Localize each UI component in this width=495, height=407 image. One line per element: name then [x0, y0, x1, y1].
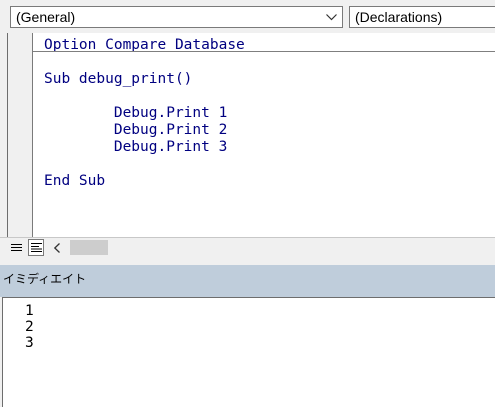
immediate-output-line[interactable]: 1 [25, 303, 34, 319]
code-line[interactable]: Debug.Print 3 [44, 139, 228, 156]
code-line[interactable]: Option Compare Database [44, 37, 245, 55]
code-line[interactable]: Debug.Print 2 [44, 122, 228, 139]
code-line[interactable]: Debug.Print 1 [44, 105, 228, 122]
procedure-dropdown-value: (Declarations) [355, 9, 443, 25]
margin-indicator-bar[interactable] [8, 33, 32, 237]
vba-editor: (General) (Declarations) Option Compare … [0, 0, 495, 407]
object-dropdown[interactable]: (General) [10, 6, 343, 28]
chevron-down-icon[interactable] [324, 7, 338, 27]
scroll-left-arrow-icon[interactable] [49, 239, 65, 256]
immediate-output-line[interactable]: 2 [25, 319, 34, 335]
declarations-separator [33, 51, 495, 52]
code-pane: Option Compare Database Sub debug_print(… [0, 33, 495, 237]
code-window-dropdown-bar: (General) (Declarations) [0, 0, 495, 33]
procedure-view-icon[interactable] [8, 239, 24, 256]
object-dropdown-value: (General) [16, 9, 76, 25]
immediate-window[interactable]: 1 2 3 [2, 297, 495, 407]
immediate-output-line[interactable]: 3 [25, 335, 34, 351]
immediate-window-title[interactable]: イミディエイト [0, 265, 495, 297]
full-module-view-icon[interactable] [28, 239, 44, 256]
code-line[interactable]: End Sub [44, 173, 105, 190]
code-pane-horizontal-scrollbar [0, 237, 495, 257]
horizontal-scroll-thumb[interactable] [70, 240, 108, 255]
code-line[interactable]: Sub debug_print() [44, 71, 192, 88]
procedure-dropdown[interactable]: (Declarations) [349, 6, 495, 28]
pane-splitter[interactable] [0, 257, 495, 265]
code-editor[interactable]: Option Compare Database Sub debug_print(… [33, 33, 495, 237]
